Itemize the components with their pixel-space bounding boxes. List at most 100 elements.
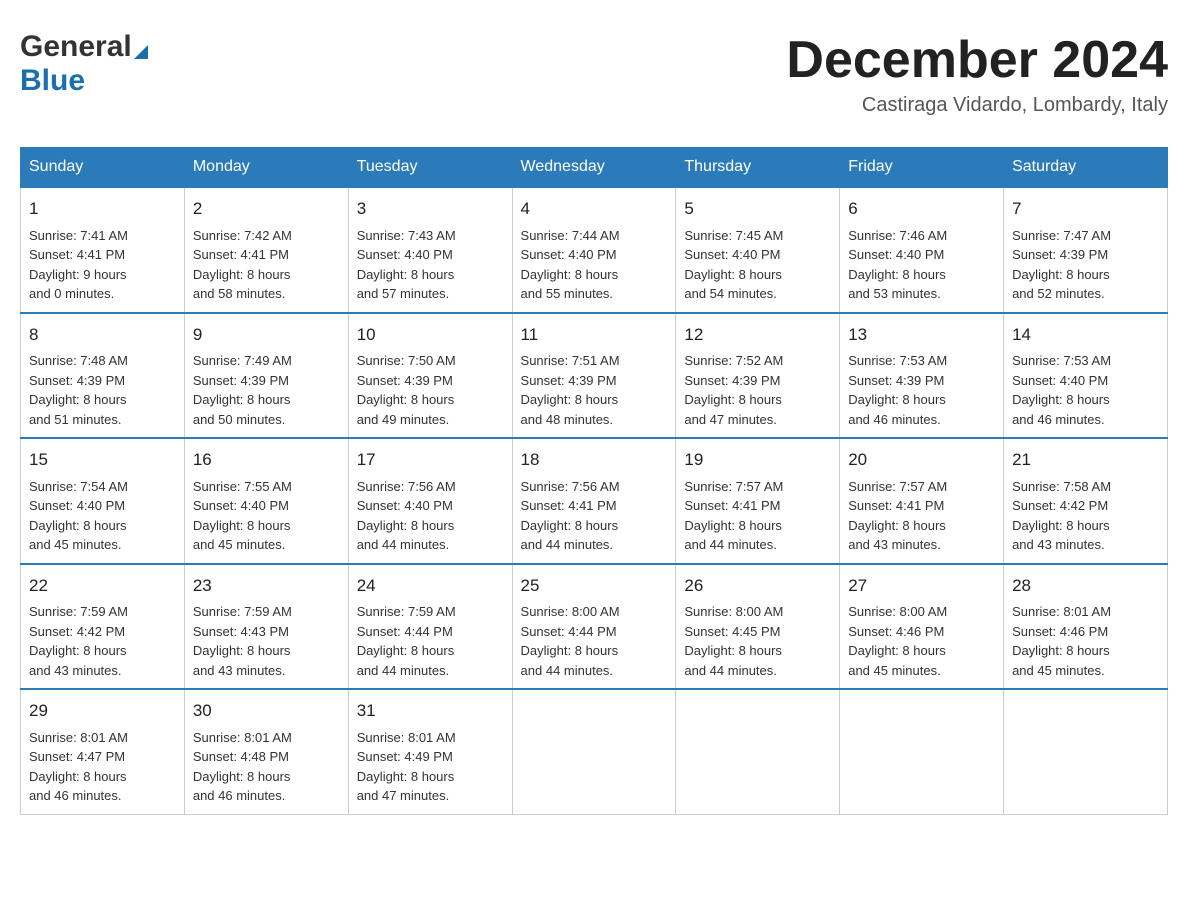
sunrise-text: Sunrise: 7:43 AM xyxy=(357,228,456,243)
col-wednesday: Wednesday xyxy=(512,148,676,188)
day-number: 19 xyxy=(684,447,831,473)
sunrise-text: Sunrise: 8:01 AM xyxy=(1012,604,1111,619)
daylight-text: Daylight: 8 hoursand 44 minutes. xyxy=(684,643,782,678)
sunset-text: Sunset: 4:40 PM xyxy=(29,498,125,513)
daylight-text: Daylight: 8 hoursand 46 minutes. xyxy=(848,392,946,427)
calendar-cell: 4Sunrise: 7:44 AMSunset: 4:40 PMDaylight… xyxy=(512,187,676,313)
sunset-text: Sunset: 4:41 PM xyxy=(521,498,617,513)
daylight-text: Daylight: 8 hoursand 44 minutes. xyxy=(684,518,782,553)
sunrise-text: Sunrise: 7:55 AM xyxy=(193,479,292,494)
logo-general: General xyxy=(20,30,132,63)
calendar-cell: 26Sunrise: 8:00 AMSunset: 4:45 PMDayligh… xyxy=(676,564,840,690)
calendar-cell: 8Sunrise: 7:48 AMSunset: 4:39 PMDaylight… xyxy=(21,313,185,439)
calendar-cell: 25Sunrise: 8:00 AMSunset: 4:44 PMDayligh… xyxy=(512,564,676,690)
calendar-cell: 28Sunrise: 8:01 AMSunset: 4:46 PMDayligh… xyxy=(1004,564,1168,690)
day-number: 6 xyxy=(848,196,995,222)
calendar-week-row-2: 8Sunrise: 7:48 AMSunset: 4:39 PMDaylight… xyxy=(21,313,1168,439)
day-number: 21 xyxy=(1012,447,1159,473)
sunset-text: Sunset: 4:48 PM xyxy=(193,749,289,764)
sunset-text: Sunset: 4:41 PM xyxy=(193,247,289,262)
calendar-cell: 16Sunrise: 7:55 AMSunset: 4:40 PMDayligh… xyxy=(184,438,348,564)
sunrise-text: Sunrise: 8:01 AM xyxy=(29,730,128,745)
sunset-text: Sunset: 4:41 PM xyxy=(684,498,780,513)
sunset-text: Sunset: 4:44 PM xyxy=(521,624,617,639)
logo-triangle-icon xyxy=(134,45,148,59)
daylight-text: Daylight: 8 hoursand 51 minutes. xyxy=(29,392,127,427)
calendar-cell: 15Sunrise: 7:54 AMSunset: 4:40 PMDayligh… xyxy=(21,438,185,564)
calendar-cell: 1 Sunrise: 7:41 AM Sunset: 4:41 PM Daylight… xyxy=(21,187,185,313)
location-subtitle: Castiraga Vidardo, Lombardy, Italy xyxy=(786,94,1168,117)
sunset-text: Sunset: 4:46 PM xyxy=(848,624,944,639)
daylight-text: Daylight: 9 hoursand 0 minutes. xyxy=(29,267,127,302)
sunset-text: Sunset: 4:40 PM xyxy=(357,498,453,513)
col-tuesday: Tuesday xyxy=(348,148,512,188)
daylight-text: Daylight: 8 hoursand 50 minutes. xyxy=(193,392,291,427)
day-number: 16 xyxy=(193,447,340,473)
calendar-cell: 30Sunrise: 8:01 AMSunset: 4:48 PMDayligh… xyxy=(184,689,348,814)
sunset-text: Sunset: 4:46 PM xyxy=(1012,624,1108,639)
day-number: 10 xyxy=(357,322,504,348)
calendar-cell: 24Sunrise: 7:59 AMSunset: 4:44 PMDayligh… xyxy=(348,564,512,690)
day-number: 24 xyxy=(357,573,504,599)
sunrise-text: Sunrise: 7:58 AM xyxy=(1012,479,1111,494)
daylight-text: Daylight: 8 hoursand 49 minutes. xyxy=(357,392,455,427)
sunset-text: Sunset: 4:40 PM xyxy=(1012,373,1108,388)
calendar-week-row-5: 29Sunrise: 8:01 AMSunset: 4:47 PMDayligh… xyxy=(21,689,1168,814)
daylight-text: Daylight: 8 hoursand 44 minutes. xyxy=(357,643,455,678)
sunset-text: Sunset: 4:49 PM xyxy=(357,749,453,764)
sunrise-text: Sunrise: 7:49 AM xyxy=(193,353,292,368)
daylight-text: Daylight: 8 hoursand 43 minutes. xyxy=(1012,518,1110,553)
sunset-text: Sunset: 4:39 PM xyxy=(521,373,617,388)
col-monday: Monday xyxy=(184,148,348,188)
sunrise-text: Sunrise: 7:41 AM xyxy=(29,228,128,243)
calendar-cell: 22Sunrise: 7:59 AMSunset: 4:42 PMDayligh… xyxy=(21,564,185,690)
daylight-text: Daylight: 8 hoursand 52 minutes. xyxy=(1012,267,1110,302)
logo-blue: Blue xyxy=(20,64,85,97)
calendar-cell: 23Sunrise: 7:59 AMSunset: 4:43 PMDayligh… xyxy=(184,564,348,690)
day-number: 1 xyxy=(29,196,176,222)
day-number: 12 xyxy=(684,322,831,348)
sunset-text: Sunset: 4:40 PM xyxy=(848,247,944,262)
sunset-text: Sunset: 4:39 PM xyxy=(29,373,125,388)
calendar-cell: 31Sunrise: 8:01 AMSunset: 4:49 PMDayligh… xyxy=(348,689,512,814)
day-number: 3 xyxy=(357,196,504,222)
day-number: 27 xyxy=(848,573,995,599)
day-number: 18 xyxy=(521,447,668,473)
calendar-cell: 19Sunrise: 7:57 AMSunset: 4:41 PMDayligh… xyxy=(676,438,840,564)
calendar-cell: 9Sunrise: 7:49 AMSunset: 4:39 PMDaylight… xyxy=(184,313,348,439)
sunset-text: Sunset: 4:41 PM xyxy=(29,247,125,262)
daylight-text: Daylight: 8 hoursand 44 minutes. xyxy=(357,518,455,553)
daylight-text: Daylight: 8 hoursand 54 minutes. xyxy=(684,267,782,302)
calendar-cell xyxy=(840,689,1004,814)
sunrise-text: Sunrise: 8:00 AM xyxy=(684,604,783,619)
sunset-text: Sunset: 4:39 PM xyxy=(848,373,944,388)
month-title: December 2024 xyxy=(786,30,1168,90)
sunset-text: Sunset: 4:40 PM xyxy=(521,247,617,262)
day-number: 20 xyxy=(848,447,995,473)
calendar-cell: 3Sunrise: 7:43 AMSunset: 4:40 PMDaylight… xyxy=(348,187,512,313)
daylight-text: Daylight: 8 hoursand 46 minutes. xyxy=(1012,392,1110,427)
day-number: 7 xyxy=(1012,196,1159,222)
day-number: 13 xyxy=(848,322,995,348)
calendar-cell: 13Sunrise: 7:53 AMSunset: 4:39 PMDayligh… xyxy=(840,313,1004,439)
sunrise-text: Sunrise: 7:52 AM xyxy=(684,353,783,368)
daylight-text: Daylight: 8 hoursand 43 minutes. xyxy=(29,643,127,678)
sunrise-text: Sunrise: 8:01 AM xyxy=(193,730,292,745)
day-number: 28 xyxy=(1012,573,1159,599)
sunset-text: Sunset: 4:39 PM xyxy=(1012,247,1108,262)
sunset-text: Sunset: 4:47 PM xyxy=(29,749,125,764)
day-number: 30 xyxy=(193,698,340,724)
sunset-text: Sunset: 4:40 PM xyxy=(684,247,780,262)
calendar-cell: 27Sunrise: 8:00 AMSunset: 4:46 PMDayligh… xyxy=(840,564,1004,690)
day-number: 23 xyxy=(193,573,340,599)
calendar-cell: 29Sunrise: 8:01 AMSunset: 4:47 PMDayligh… xyxy=(21,689,185,814)
day-number: 26 xyxy=(684,573,831,599)
sunrise-text: Sunrise: 7:57 AM xyxy=(848,479,947,494)
calendar-week-row-1: 1 Sunrise: 7:41 AM Sunset: 4:41 PM Daylight… xyxy=(21,187,1168,313)
sunrise-text: Sunrise: 7:50 AM xyxy=(357,353,456,368)
daylight-text: Daylight: 8 hoursand 43 minutes. xyxy=(848,518,946,553)
calendar-cell: 6Sunrise: 7:46 AMSunset: 4:40 PMDaylight… xyxy=(840,187,1004,313)
calendar-cell: 11Sunrise: 7:51 AMSunset: 4:39 PMDayligh… xyxy=(512,313,676,439)
title-section: December 2024 Castiraga Vidardo, Lombard… xyxy=(786,30,1168,117)
calendar-cell: 14Sunrise: 7:53 AMSunset: 4:40 PMDayligh… xyxy=(1004,313,1168,439)
